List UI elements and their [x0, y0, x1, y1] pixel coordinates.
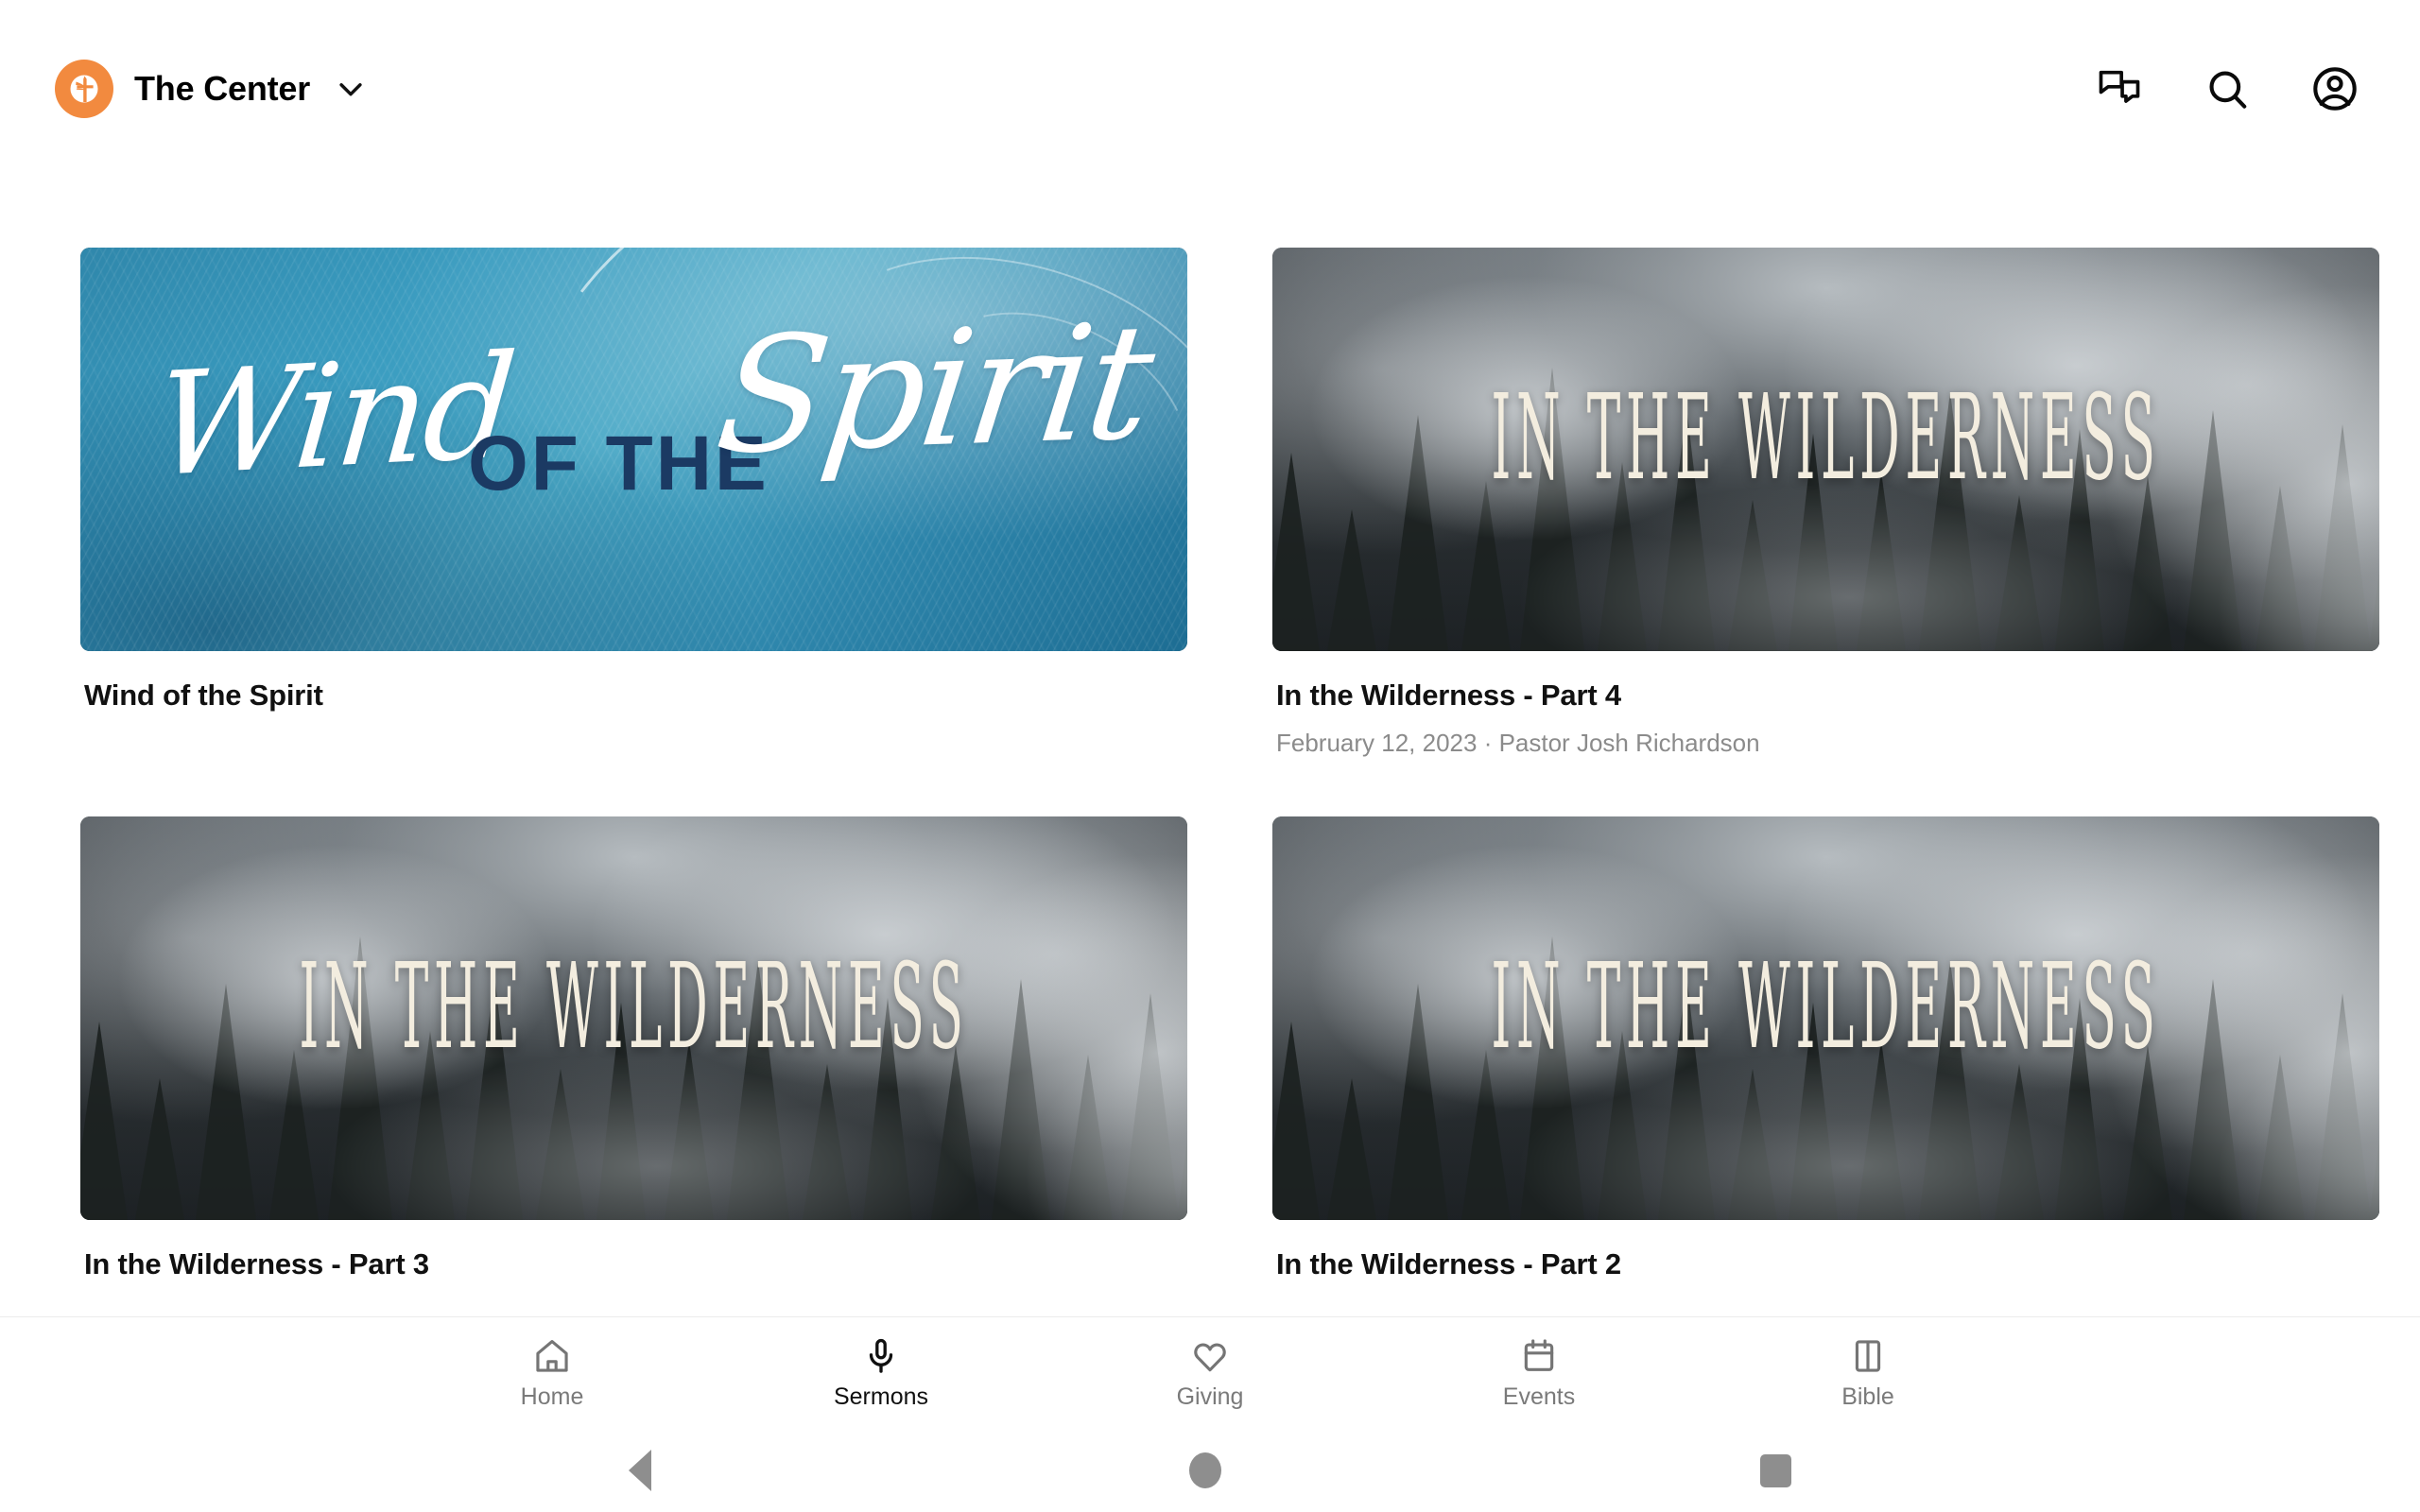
artwork-headline: IN THE WILDERNESS — [1491, 369, 2161, 507]
tab-label-home: Home — [520, 1383, 584, 1410]
chat-bubbles-icon — [2099, 70, 2140, 103]
sermon-card-meta: In the Wilderness - Part 2 — [1272, 1220, 2379, 1283]
android-system-nav — [0, 1429, 2420, 1512]
sermon-card-meta: In the Wilderness - Part 3 — [80, 1220, 1187, 1283]
tab-giving[interactable]: Giving — [1046, 1334, 1374, 1409]
sermon-subtitle: February 12, 2023 · Pastor Josh Richards… — [1276, 728, 1760, 757]
recents-square-icon[interactable] — [1760, 1453, 1792, 1487]
tab-events[interactable]: Events — [1374, 1334, 1703, 1409]
account-button[interactable] — [2308, 62, 2361, 115]
artwork-headline: IN THE WILDERNESS — [299, 938, 969, 1076]
artwork-script-word-wind: Wind — [148, 324, 519, 509]
sermon-artwork-in-the-wilderness[interactable]: IN THE WILDERNESS — [80, 816, 1187, 1221]
app-root: The Center Wind OF THE Spirit Wind of th… — [0, 0, 2420, 1512]
tab-bible[interactable]: Bible — [1703, 1334, 2032, 1409]
church-cross-logo-icon — [55, 60, 113, 118]
sermon-title: In the Wilderness - Part 3 — [84, 1247, 429, 1281]
calendar-icon — [1519, 1334, 1559, 1378]
sermon-artwork-in-the-wilderness[interactable]: IN THE WILDERNESS — [1272, 248, 2379, 651]
sermon-grid: Wind OF THE Spirit Wind of the Spirit IN… — [0, 178, 2420, 1316]
sermon-card[interactable]: IN THE WILDERNESS In the Wilderness - Pa… — [1272, 816, 2379, 1283]
sermon-card[interactable]: IN THE WILDERNESS In the Wilderness - Pa… — [80, 816, 1187, 1283]
sermon-card-meta: Wind of the Spirit — [80, 651, 1187, 714]
app-bar-actions — [2093, 62, 2361, 115]
search-icon — [2209, 71, 2247, 109]
tab-label-giving: Giving — [1176, 1383, 1244, 1410]
home-circle-icon[interactable] — [1189, 1452, 1222, 1488]
chevron-down-icon[interactable] — [335, 73, 367, 105]
sermon-artwork-in-the-wilderness[interactable]: IN THE WILDERNESS — [1272, 816, 2379, 1221]
messages-button[interactable] — [2093, 62, 2146, 115]
search-button[interactable] — [2201, 62, 2254, 115]
sermon-title: In the Wilderness - Part 2 — [1276, 1247, 1621, 1281]
sermon-title: In the Wilderness - Part 4 — [1276, 679, 1621, 712]
top-app-bar: The Center — [0, 0, 2420, 178]
sermon-card[interactable]: IN THE WILDERNESS In the Wilderness - Pa… — [1272, 248, 2379, 758]
sermon-title: Wind of the Spirit — [84, 679, 323, 712]
tab-sermons[interactable]: Sermons — [717, 1334, 1046, 1409]
bottom-tab-bar: Home Sermons Giving Events Bible — [0, 1316, 2420, 1429]
artwork-headline: IN THE WILDERNESS — [1491, 938, 2161, 1076]
book-icon — [1848, 1334, 1888, 1378]
microphone-icon — [861, 1334, 901, 1378]
sermon-list-scroll-area[interactable]: Wind OF THE Spirit Wind of the Spirit IN… — [0, 178, 2420, 1316]
brand-name: The Center — [134, 69, 311, 108]
org-switcher[interactable]: The Center — [55, 60, 367, 118]
tab-label-events: Events — [1502, 1383, 1576, 1410]
tab-label-bible: Bible — [1841, 1383, 1894, 1410]
heart-icon — [1190, 1334, 1230, 1378]
artwork-title-group: Wind OF THE Spirit — [80, 248, 1187, 651]
artwork-script-word-spirit: Spirit — [708, 288, 1160, 490]
tab-home[interactable]: Home — [388, 1334, 717, 1409]
back-triangle-icon[interactable] — [628, 1450, 651, 1491]
sermon-artwork-wind-of-the-spirit[interactable]: Wind OF THE Spirit — [80, 248, 1187, 651]
account-circle-icon — [2313, 67, 2357, 111]
house-icon — [532, 1334, 572, 1378]
sermon-card-meta: In the Wilderness - Part 4 February 12, … — [1272, 651, 2379, 758]
sermon-card[interactable]: Wind OF THE Spirit Wind of the Spirit — [80, 248, 1187, 758]
tab-label-sermons: Sermons — [833, 1383, 929, 1410]
